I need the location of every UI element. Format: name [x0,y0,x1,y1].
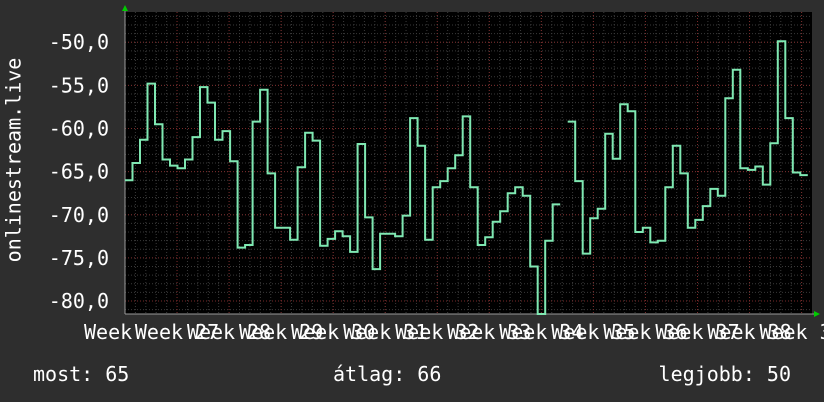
y-tick-label: -50,0 [49,30,109,54]
y-tick-label: -80,0 [49,289,109,313]
stat-current: most: 65 [33,362,130,386]
y-tick-label: -70,0 [49,203,109,227]
stat-average: átlag: 66 [333,362,442,386]
stats-row: most: 65 átlag: 66 legjobb: 50 [0,362,824,390]
y-axis-arrow-icon [122,5,128,11]
y-axis-label-wrap: onlinestream.live [0,10,26,310]
y-tick-label: -60,0 [49,116,109,140]
y-axis-label: onlinestream.live [1,57,26,263]
x-tick-label: Week [84,320,132,344]
x-axis-arrow-icon [814,311,820,317]
chart: -50,0 -55,0 -60,0 -65,0 -70,0 -75,0 -80,0 Week W… [49,5,824,344]
stat-best: legjobb: 50 [658,362,791,386]
x-tick-label: Week 39 [759,320,824,344]
y-tick-label: -65,0 [49,160,109,184]
y-tick-label: -55,0 [49,73,109,97]
y-tick-label: -75,0 [49,246,109,270]
